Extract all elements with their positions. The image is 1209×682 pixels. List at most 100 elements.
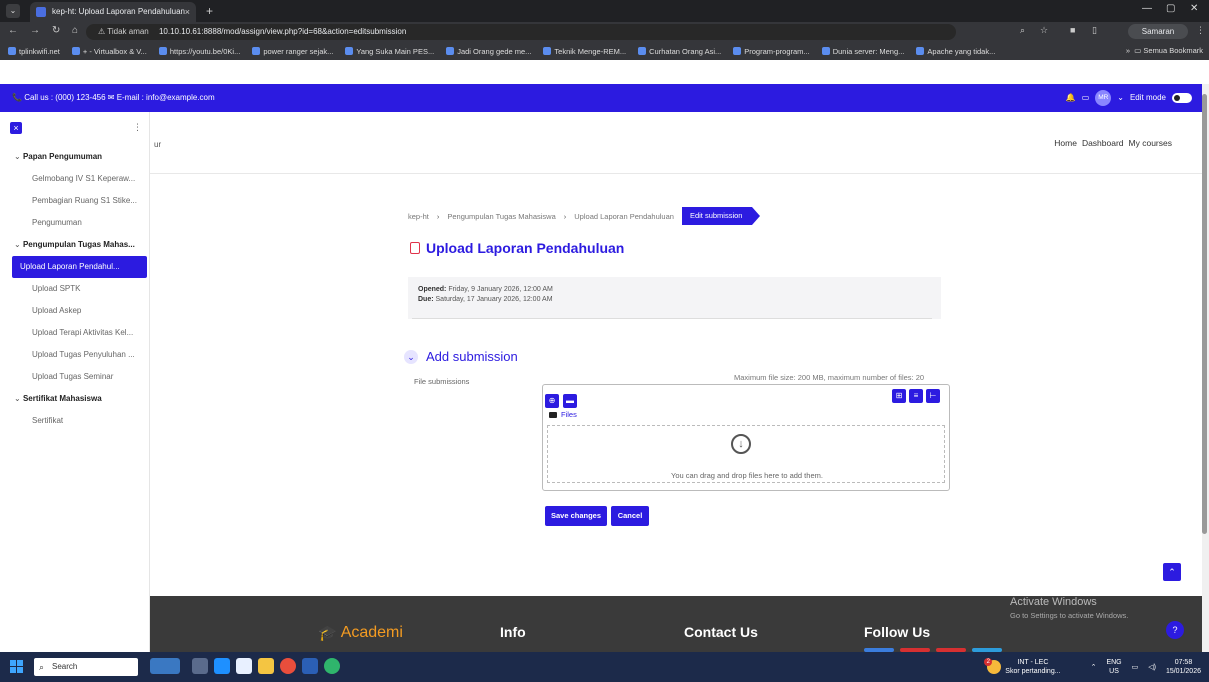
bookmark-item[interactable]: Jadi Orang gede me...	[446, 47, 531, 56]
tray-chevron-icon[interactable]: ⌃	[1091, 663, 1097, 671]
view-icons-button[interactable]: ⊞	[892, 389, 906, 403]
taskbar-explorer-icon[interactable]	[258, 658, 274, 674]
nav-dashboard[interactable]: Dashboard	[1082, 138, 1124, 148]
browser-menu-icon[interactable]: ⋮	[1196, 25, 1205, 36]
network-icon[interactable]: ▭	[1132, 663, 1139, 671]
taskbar-taskview-icon[interactable]	[192, 658, 208, 674]
add-submission-header[interactable]: ⌄ Add submission	[404, 349, 518, 364]
bookmark-item[interactable]: power ranger sejak...	[252, 47, 333, 56]
close-drawer-icon[interactable]: ×	[10, 122, 22, 134]
drawer-options-icon[interactable]: ⋮	[133, 122, 142, 134]
user-menu-chevron-icon[interactable]: ⌄	[1117, 84, 1124, 112]
bookmark-item[interactable]: tplinkwifi.net	[8, 47, 60, 56]
tab-search-menu[interactable]: ⌄	[6, 4, 20, 18]
file-dropzone[interactable]: ↓ You can drag and drop files here to ad…	[547, 425, 945, 483]
bookmark-favicon-icon	[252, 47, 261, 55]
bookmark-item[interactable]: + - Virtualbox & V...	[71, 47, 147, 56]
taskbar-search[interactable]: ⌕ Search	[34, 658, 138, 676]
minimize-icon[interactable]: —	[1142, 3, 1152, 14]
add-file-button[interactable]: ⊕	[545, 394, 559, 408]
profile-button[interactable]: Samaran	[1128, 24, 1188, 39]
sidebar-section[interactable]: Sertifikat Mahasiswa	[0, 388, 150, 410]
sidebar-item[interactable]: Sertifikat	[0, 410, 150, 432]
sidebar-item[interactable]: Upload Terapi Aktivitas Kel...	[0, 322, 150, 344]
sidebar-item[interactable]: Upload Tugas Penyuluhan ...	[0, 344, 150, 366]
sidebar-section[interactable]: Papan Pengumuman	[0, 146, 150, 168]
user-avatar[interactable]: MR	[1095, 90, 1112, 106]
bookmark-favicon-icon	[543, 47, 552, 55]
maximize-icon[interactable]: ▢	[1166, 3, 1175, 14]
close-window-icon[interactable]: ✕	[1190, 3, 1198, 14]
new-tab-button[interactable]: +	[206, 2, 213, 20]
extension-icon[interactable]: ■	[1070, 25, 1075, 35]
page-title-text: Upload Laporan Pendahuluan	[426, 240, 625, 256]
view-list-button[interactable]: ≡	[909, 389, 923, 403]
sidebar-item[interactable]: Upload Laporan Pendahul...	[12, 256, 147, 278]
bookmark-item[interactable]: Curhatan Orang Asi...	[638, 47, 721, 56]
bookmark-item[interactable]: https://youtu.be/0Ki...	[158, 47, 240, 56]
edit-mode-toggle[interactable]	[1172, 93, 1192, 103]
taskbar-settings-icon[interactable]	[236, 658, 252, 674]
taskbar-copilot-icon[interactable]	[214, 658, 230, 674]
sidebar-section[interactable]: Pengumpulan Tugas Mahas...	[0, 234, 150, 256]
bookmark-item[interactable]: Program-program...	[733, 47, 810, 56]
security-label: Tidak aman	[107, 27, 149, 36]
all-bookmarks[interactable]: » ▭ Semua Bookmark	[1126, 42, 1203, 60]
create-folder-button[interactable]: ▬	[563, 394, 577, 408]
sidebar-item[interactable]: Upload Askep	[0, 300, 150, 322]
bookmark-favicon-icon	[71, 47, 80, 55]
taskbar-word-icon[interactable]	[302, 658, 318, 674]
reload-icon[interactable]: ↻	[52, 25, 60, 36]
weather-widget[interactable]: 2 INT - LEC Skor pertanding...	[984, 658, 1061, 676]
bookmark-favicon-icon	[446, 47, 455, 55]
taskbar-widgets-icon[interactable]	[150, 658, 180, 674]
site-name-fragment: ur	[154, 140, 162, 149]
bookmark-item[interactable]: Yang Suka Main PES...	[345, 47, 434, 56]
breadcrumb-activity[interactable]: Upload Laporan Pendahuluan	[574, 212, 674, 221]
nav-my-courses[interactable]: My courses	[1129, 138, 1172, 148]
max-file-size-text: Maximum file size: 200 MB, maximum numbe…	[734, 373, 925, 382]
taskbar-whatsapp-icon[interactable]	[324, 658, 340, 674]
url-input[interactable]: ⚠ Tidak aman 10.10.10.61:8888/mod/assign…	[86, 24, 956, 40]
windows-start-icon[interactable]	[10, 660, 24, 674]
breadcrumb-section[interactable]: Pengumpulan Tugas Mahasiswa	[447, 212, 555, 221]
sidebar-item[interactable]: Upload Tugas Seminar	[0, 366, 150, 388]
notification-icon[interactable]: 🔔	[1066, 84, 1076, 112]
browser-tab[interactable]: kep-ht: Upload Laporan Pendahuluan ×	[30, 2, 196, 22]
tab-close-icon[interactable]: ×	[185, 2, 190, 22]
breadcrumb-course[interactable]: kep-ht	[408, 212, 429, 221]
volume-icon[interactable]: ◁)	[1148, 663, 1156, 671]
home-icon[interactable]: ⌂	[72, 25, 78, 36]
view-tree-button[interactable]: ⊢	[926, 389, 940, 403]
bookmark-favicon-icon	[638, 47, 647, 55]
bookmark-star-icon[interactable]: ☆	[1040, 25, 1048, 36]
clock[interactable]: 07:58 15/01/2026	[1166, 658, 1201, 676]
cancel-button[interactable]: Cancel	[611, 506, 649, 526]
sidebar-item[interactable]: Gelmobang IV S1 Keperaw...	[0, 168, 150, 190]
sidepanel-icon[interactable]: ▯	[1092, 25, 1097, 36]
scrollbar-thumb[interactable]	[1202, 94, 1207, 534]
bookmark-item[interactable]: Dunia server: Meng...	[821, 47, 904, 56]
breadcrumb-separator-icon: ›	[563, 211, 567, 221]
save-changes-button[interactable]: Save changes	[545, 506, 607, 526]
zoom-icon[interactable]: ⌕	[1020, 25, 1025, 36]
back-to-top-button[interactable]: ⌃	[1163, 563, 1181, 581]
messages-icon[interactable]: ▭	[1082, 84, 1090, 112]
page-scrollbar[interactable]	[1202, 84, 1209, 652]
dates-divider	[412, 318, 932, 319]
bookmark-item[interactable]: Apache yang tidak...	[916, 47, 995, 56]
nav-home[interactable]: Home	[1054, 138, 1077, 148]
sidebar-item[interactable]: Pembagian Ruang S1 Stike...	[0, 190, 150, 212]
help-button[interactable]: ?	[1166, 621, 1184, 639]
forward-arrow-icon[interactable]: →	[30, 25, 40, 36]
back-arrow-icon[interactable]: ←	[8, 25, 18, 36]
file-submissions-label: File submissions	[414, 377, 470, 386]
sidebar-item[interactable]: Pengumuman	[0, 212, 150, 234]
chevron-down-icon[interactable]: ⌄	[404, 349, 418, 364]
taskbar-chrome-icon[interactable]	[280, 658, 296, 674]
language-indicator[interactable]: ENG US	[1106, 658, 1121, 676]
bookmark-item[interactable]: Teknik Menge-REM...	[543, 47, 626, 56]
footer-logo-text: Academi	[340, 624, 403, 641]
sidebar-item[interactable]: Upload SPTK	[0, 278, 150, 300]
file-path[interactable]: Files	[549, 410, 577, 419]
